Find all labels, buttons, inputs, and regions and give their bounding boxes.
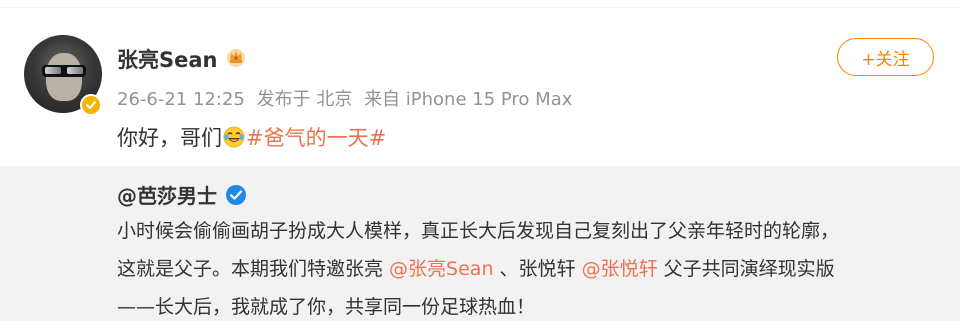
repost-line-2: 这就是父子。本期我们特邀张亮 @张亮Sean 、张悦轩 @张悦轩 父子共同演绎现… xyxy=(117,250,937,288)
avatar-sunglasses xyxy=(42,65,86,77)
crown-icon xyxy=(227,49,245,67)
repost-author-name[interactable]: @芭莎男士 xyxy=(117,180,217,209)
post-meta: 26-6-21 12:25 发布于 北京 来自 iPhone 15 Pro Ma… xyxy=(117,85,578,111)
repost-line-2-text-c: 父子共同演绎现实版 xyxy=(657,258,835,280)
mention-zhangliang[interactable]: @张亮Sean xyxy=(389,258,493,280)
repost-text: 小时候会偷偷画胡子扮成大人模样，真正长大后发现自己复刻出了父亲年轻时的轮廓， 这… xyxy=(117,212,937,321)
avatar-face xyxy=(46,53,82,101)
blue-v-icon xyxy=(226,184,246,205)
topic-link[interactable]: #爸气的一天# xyxy=(246,122,386,152)
weibo-post: 张亮Sean 26-6-21 12:25 发布于 北京 来自 iPhone 15… xyxy=(0,0,960,321)
post-text: 你好，哥们 #爸气的一天# xyxy=(117,122,386,152)
post-location: 发布于 北京 xyxy=(256,89,353,110)
verified-gold-icon xyxy=(80,94,102,116)
username[interactable]: 张亮Sean xyxy=(117,44,218,74)
repost-line-1: 小时候会偷偷画胡子扮成大人模样，真正长大后发现自己复刻出了父亲年轻时的轮廓， xyxy=(117,220,840,242)
laughing-crying-emoji-icon xyxy=(223,126,245,148)
mention-zhangyuexuan[interactable]: @张悦轩 xyxy=(582,258,658,280)
follow-button[interactable]: +关注 xyxy=(837,38,934,76)
repost-line-3: ——长大后，我就成了你，共享同一份足球热血！ xyxy=(117,296,536,318)
repost-author: @芭莎男士 xyxy=(117,180,247,209)
repost-line-2-text-a: 这就是父子。本期我们特邀张亮 xyxy=(117,258,390,280)
post-timestamp[interactable]: 26-6-21 12:25 xyxy=(117,89,245,110)
post-text-content: 你好，哥们 xyxy=(117,126,222,150)
top-divider xyxy=(0,0,960,8)
repost-line-2-text-b: 、张悦轩 xyxy=(493,258,582,280)
post-device: 来自 iPhone 15 Pro Max xyxy=(364,89,573,110)
